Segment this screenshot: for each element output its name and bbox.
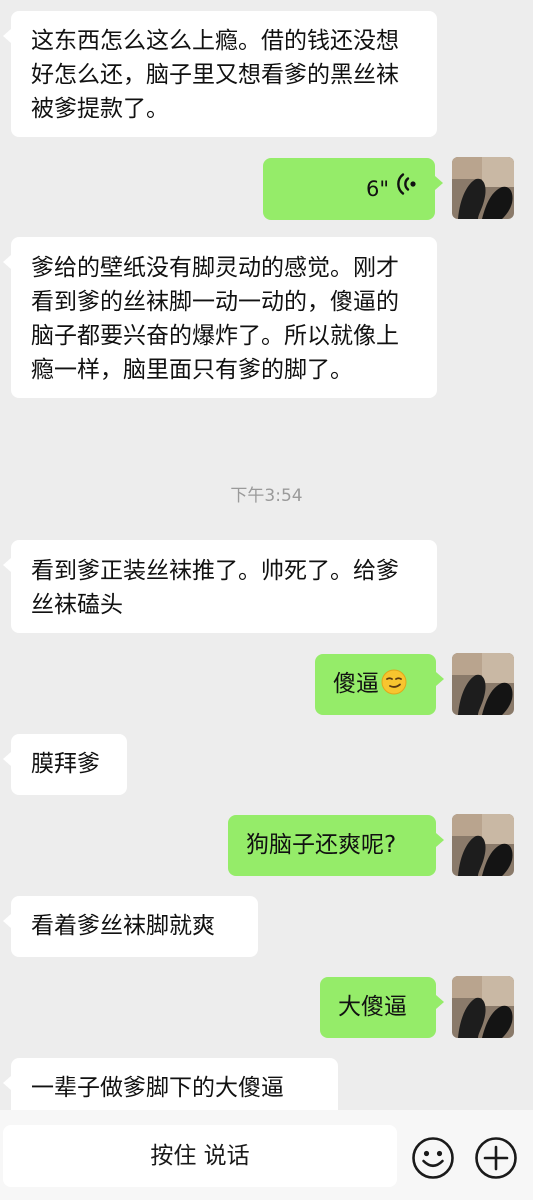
message-bubble-incoming[interactable]: 一辈子做爹脚下的大傻逼 xyxy=(3,1058,338,1110)
voice-message-bubble[interactable]: 6" xyxy=(263,158,443,220)
input-bar: 按住 说话 xyxy=(0,1110,533,1200)
avatar[interactable] xyxy=(452,157,514,219)
plus-circle-icon[interactable] xyxy=(474,1136,518,1180)
message-bubble-incoming[interactable]: 这东西怎么这么上瘾。借的钱还没想好怎么还，脑子里又想看爹的黑丝袜被爹提款了。 xyxy=(3,11,437,137)
timestamp: 下午3:54 xyxy=(230,486,303,506)
avatar[interactable] xyxy=(452,976,514,1038)
message-bubble-outgoing[interactable]: 傻逼 xyxy=(315,654,444,715)
message-text: 爹给的壁纸没有脚灵动的感觉。刚才看到爹的丝袜脚一动一动的，傻逼的脑子都要兴奋的爆… xyxy=(31,255,399,383)
message-bubble-incoming[interactable]: 看着爹丝袜脚就爽 xyxy=(3,896,258,957)
message-bubble-incoming[interactable]: 看到爹正装丝袜推了。帅死了。给爹丝袜磕头 xyxy=(3,540,437,633)
voice-duration: 6" xyxy=(365,177,389,201)
message-bubble-incoming[interactable]: 爹给的壁纸没有脚灵动的感觉。刚才看到爹的丝袜脚一动一动的，傻逼的脑子都要兴奋的爆… xyxy=(3,237,437,398)
voice-wave-icon xyxy=(397,172,417,206)
message-text: 膜拜爹 xyxy=(31,751,100,777)
message-text: 大傻逼 xyxy=(338,994,407,1020)
hold-to-talk-label: 按住 说话 xyxy=(150,1143,250,1169)
message-text: 狗脑子还爽呢? xyxy=(246,832,397,858)
smile-emoji-icon[interactable] xyxy=(411,1136,455,1180)
message-bubble-incoming[interactable]: 膜拜爹 xyxy=(3,734,127,795)
message-text: 看到爹正装丝袜推了。帅死了。给爹丝袜磕头 xyxy=(31,558,399,618)
message-bubble-outgoing[interactable]: 大傻逼 xyxy=(320,977,444,1038)
avatar[interactable] xyxy=(452,653,514,715)
message-text: 这东西怎么这么上瘾。借的钱还没想好怎么还，脑子里又想看爹的黑丝袜被爹提款了。 xyxy=(31,28,399,122)
avatar[interactable] xyxy=(452,814,514,876)
message-text: 傻逼 xyxy=(333,671,379,697)
smirk-face-emoji xyxy=(381,669,407,705)
message-text: 一辈子做爹脚下的大傻逼 xyxy=(31,1075,284,1101)
message-text: 看着爹丝袜脚就爽 xyxy=(31,913,215,939)
chat-area[interactable]: 这东西怎么这么上瘾。借的钱还没想好怎么还，脑子里又想看爹的黑丝袜被爹提款了。 6… xyxy=(0,0,533,1110)
hold-to-talk-button[interactable]: 按住 说话 xyxy=(3,1125,397,1187)
message-bubble-outgoing[interactable]: 狗脑子还爽呢? xyxy=(228,815,444,876)
